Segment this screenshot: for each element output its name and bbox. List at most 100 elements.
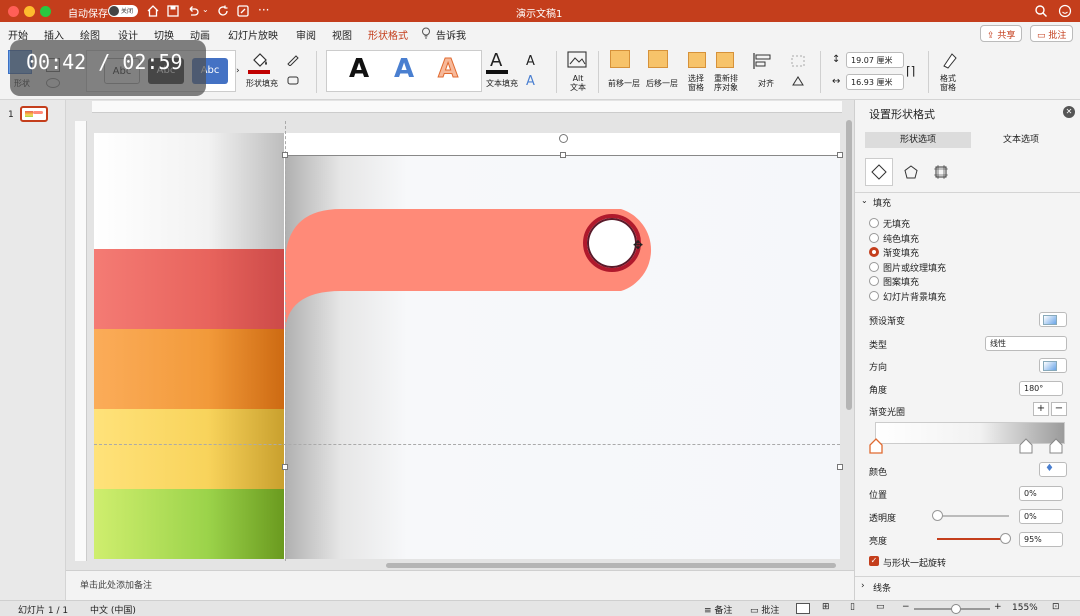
gallery-next-icon[interactable]: › — [236, 66, 240, 76]
rotate-with-shape-checkbox[interactable]: ✓ — [869, 556, 879, 566]
fill-option-radio[interactable] — [869, 261, 879, 272]
color-picker-dropdown[interactable]: ♦ — [1039, 462, 1067, 477]
comments-button[interactable]: ▭ 批注 — [1030, 25, 1074, 42]
transparency-slider[interactable] — [937, 515, 1009, 517]
band-red[interactable] — [94, 249, 284, 329]
save-icon[interactable] — [166, 4, 180, 18]
rotate-icon[interactable] — [790, 74, 806, 88]
direction-dropdown[interactable] — [1039, 358, 1067, 373]
type-dropdown[interactable]: 线性 — [985, 336, 1067, 351]
undo-dropdown-icon[interactable]: ⌄ — [202, 5, 209, 14]
alt-text-icon[interactable] — [566, 50, 588, 70]
position-input[interactable]: 0% — [1019, 486, 1063, 501]
tab-shape-options[interactable]: 形状选项 — [865, 132, 971, 148]
wordart-blue[interactable]: A — [394, 54, 414, 84]
fill-section-header[interactable]: 填充 — [873, 196, 891, 209]
home-icon[interactable] — [146, 4, 160, 18]
group-objects-icon[interactable] — [790, 54, 806, 68]
height-input[interactable]: 19.07 厘米 — [846, 52, 904, 68]
close-pane-icon[interactable]: ✕ — [1063, 106, 1075, 118]
fill-option-radio[interactable] — [869, 232, 879, 243]
tell-me-search[interactable]: 告诉我 — [436, 27, 466, 42]
comments-toggle-button[interactable]: ▭ 批注 — [750, 603, 779, 616]
slideshow-icon[interactable]: ▭ — [876, 602, 885, 612]
line-section-header[interactable]: 线条 — [873, 581, 891, 594]
normal-view-icon[interactable] — [796, 603, 810, 614]
send-backward-icon[interactable] — [648, 50, 668, 68]
effects-tab-pentagon-icon[interactable] — [903, 164, 919, 180]
search-icon[interactable] — [1034, 4, 1048, 18]
more-icon[interactable]: ··· — [258, 3, 269, 17]
fill-option-radio[interactable] — [869, 276, 879, 286]
brightness-input[interactable]: 95% — [1019, 532, 1063, 547]
transparency-slider-knob[interactable] — [932, 510, 943, 521]
resize-handle-top-right[interactable] — [837, 152, 843, 158]
resize-handle-top-left[interactable] — [282, 152, 288, 158]
bring-forward-icon[interactable] — [610, 50, 630, 68]
shape-outline-icon[interactable] — [286, 54, 300, 66]
fill-option-radio[interactable] — [869, 247, 879, 257]
zoom-window-button[interactable] — [40, 6, 51, 17]
tab-text-options[interactable]: 文本选项 — [971, 132, 1071, 148]
band-green[interactable] — [94, 489, 284, 559]
shape-effects-icon[interactable] — [286, 74, 300, 86]
close-window-button[interactable] — [8, 6, 19, 17]
brightness-slider-knob[interactable] — [1000, 533, 1012, 544]
remove-stop-button[interactable]: − — [1051, 402, 1067, 416]
notes-area[interactable]: 单击此处添加备注 — [66, 570, 854, 600]
reorder-objects-icon[interactable] — [716, 52, 734, 68]
gradient-stop-handle-end[interactable] — [1049, 438, 1063, 454]
left-gradient-column[interactable] — [94, 133, 284, 249]
slide-thumbnail[interactable] — [20, 106, 48, 122]
align-icon[interactable] — [752, 52, 774, 70]
tab-review[interactable]: 审阅 — [296, 27, 316, 42]
collapse-chevron-icon[interactable]: ⌄ — [861, 196, 868, 205]
share-button[interactable]: ⇪ 共享 — [980, 25, 1023, 42]
paint-bucket-icon[interactable] — [250, 50, 270, 70]
resize-handle-top[interactable] — [560, 152, 566, 158]
gradient-stops-bar[interactable] — [875, 422, 1065, 444]
slide-sorter-icon[interactable]: ⊞ — [822, 602, 830, 612]
tab-slideshow[interactable]: 幻灯片放映 — [228, 27, 278, 42]
zoom-in-icon[interactable]: + — [994, 602, 1002, 612]
text-effects-icon[interactable]: A — [526, 74, 535, 89]
notes-toggle-button[interactable]: ≡ 备注 — [704, 603, 732, 616]
zoom-level[interactable]: 155% — [1012, 603, 1038, 613]
horizontal-scrollbar[interactable] — [386, 563, 836, 568]
zoom-out-icon[interactable]: − — [902, 602, 910, 612]
minimize-window-button[interactable] — [24, 6, 35, 17]
angle-input[interactable]: 180° — [1019, 381, 1063, 396]
wordart-black[interactable]: A — [349, 54, 369, 84]
tab-view[interactable]: 视图 — [332, 27, 352, 42]
fit-slide-icon[interactable]: ⊡ — [1052, 602, 1060, 612]
format-pane-icon[interactable] — [940, 50, 960, 70]
resize-handle-right[interactable] — [837, 464, 843, 470]
fill-option-radio[interactable] — [869, 218, 879, 228]
smiley-feedback-icon[interactable] — [1058, 4, 1072, 18]
wordart-orange-outline[interactable]: A — [437, 54, 458, 85]
fill-line-tab-icon[interactable] — [865, 158, 893, 186]
gradient-stop-handle[interactable] — [1019, 438, 1033, 454]
reading-view-icon[interactable]: ▯ — [850, 602, 855, 612]
band-yellow[interactable] — [94, 409, 284, 489]
band-orange[interactable] — [94, 329, 284, 409]
undo-icon[interactable] — [186, 4, 200, 18]
resize-handle-left[interactable] — [282, 464, 288, 470]
expand-chevron-icon[interactable]: › — [861, 581, 865, 591]
edit-note-icon[interactable] — [236, 4, 250, 18]
lock-aspect-ratio-icon[interactable]: ⌈⌉ — [906, 64, 915, 78]
text-fill-icon[interactable]: A — [490, 50, 502, 71]
redo-icon[interactable] — [216, 4, 230, 18]
width-input[interactable]: 16.93 厘米 — [846, 74, 904, 90]
selection-pane-icon[interactable] — [688, 52, 706, 68]
rotate-handle[interactable] — [559, 134, 568, 143]
preset-gradient-dropdown[interactable] — [1039, 312, 1067, 327]
transparency-input[interactable]: 0% — [1019, 509, 1063, 524]
brightness-slider[interactable] — [937, 538, 1009, 540]
text-outline-icon[interactable]: A — [526, 54, 535, 69]
zoom-slider-knob[interactable] — [950, 604, 961, 614]
gradient-stop-handle-selected[interactable] — [869, 438, 883, 454]
size-properties-tab-icon[interactable] — [933, 164, 949, 180]
add-stop-button[interactable]: + — [1033, 402, 1049, 416]
fill-option-radio[interactable] — [869, 290, 879, 301]
